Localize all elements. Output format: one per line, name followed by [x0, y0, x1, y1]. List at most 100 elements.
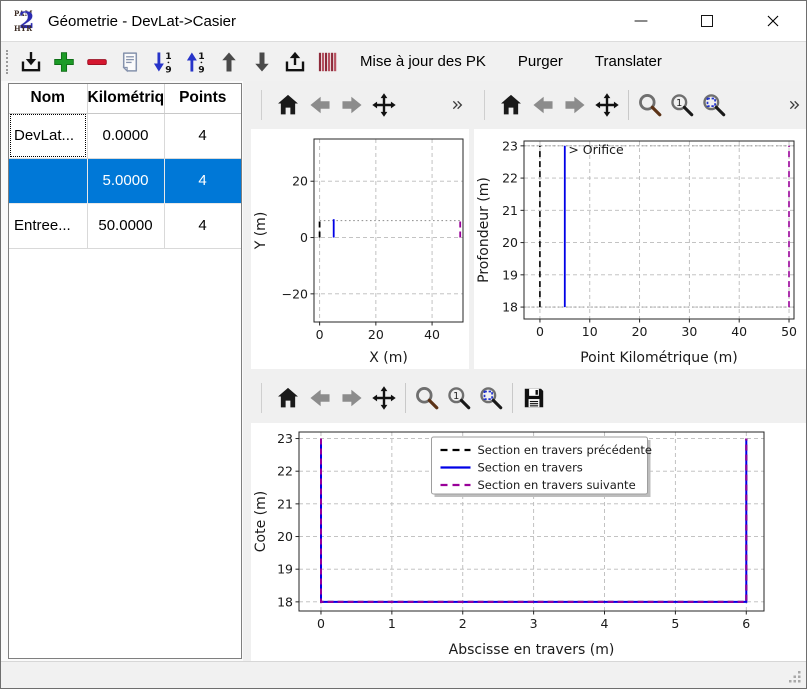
table-row[interactable]: Entree...50.00004 — [9, 203, 241, 248]
svg-text:0: 0 — [536, 324, 544, 339]
home-icon — [275, 385, 301, 411]
cell-pk[interactable]: 50.0000 — [87, 203, 164, 248]
svg-text:10: 10 — [582, 324, 598, 339]
add-button[interactable] — [47, 46, 80, 78]
magnifier-1-icon — [669, 92, 695, 118]
plot-zoom-rect-button[interactable] — [475, 380, 507, 416]
tray-download-icon — [18, 49, 44, 75]
plot-toolbar-handle — [261, 90, 262, 120]
export-button[interactable] — [278, 46, 311, 78]
table-header-row: Nom Kilométrique Points — [9, 84, 241, 113]
svg-text:−20: −20 — [282, 286, 308, 301]
table-row[interactable]: DevLat...0.00004 — [9, 113, 241, 158]
plot-forward-button[interactable] — [336, 87, 368, 123]
svg-text:Profondeur (m): Profondeur (m) — [476, 177, 492, 283]
cell-nom[interactable] — [9, 158, 87, 203]
plot-pan-button[interactable] — [368, 87, 400, 123]
plot-zoom-button[interactable] — [634, 87, 666, 123]
update-pk-icon-button[interactable] — [311, 46, 344, 78]
magnifier-icon — [637, 92, 663, 118]
toolbar-extension-button[interactable] — [449, 93, 467, 117]
toolbar-separator — [512, 383, 513, 413]
plot-zoom-one-button[interactable] — [443, 380, 475, 416]
red-bars-icon — [315, 49, 341, 75]
sort-ascending-button[interactable] — [146, 46, 179, 78]
plot-home-button[interactable] — [272, 380, 304, 416]
home-icon — [498, 92, 524, 118]
plot-home-button[interactable] — [495, 87, 527, 123]
cell-points[interactable]: 4 — [164, 113, 241, 158]
profile-chart[interactable]: 01020304050181920212223Point Kilométriqu… — [474, 129, 806, 369]
svg-text:Section en travers suivante: Section en travers suivante — [478, 478, 636, 492]
arrow-up-icon — [216, 49, 242, 75]
svg-text:20: 20 — [368, 327, 384, 342]
import-button[interactable] — [14, 46, 47, 78]
plot-back-button[interactable] — [304, 87, 336, 123]
plot-save-button[interactable] — [518, 380, 550, 416]
purge-button[interactable]: Purger — [509, 46, 572, 78]
plot-home-button[interactable] — [272, 87, 304, 123]
toolbar-drag-handle[interactable] — [6, 50, 8, 74]
close-icon — [762, 10, 784, 32]
sections-table: Nom Kilométrique Points DevLat...0.00004… — [9, 84, 242, 249]
duplicate-button[interactable] — [113, 46, 146, 78]
status-bar — [1, 661, 806, 688]
move-icon — [594, 92, 620, 118]
table-row[interactable]: 5.00004 — [9, 158, 241, 203]
plot-forward-button[interactable] — [336, 380, 368, 416]
header-points[interactable]: Points — [164, 84, 241, 113]
magnifier-1-icon — [446, 385, 472, 411]
svg-text:22: 22 — [277, 464, 293, 479]
minimize-button[interactable] — [608, 1, 674, 41]
cell-points[interactable]: 4 — [164, 158, 241, 203]
plot-zoom-rect-button[interactable] — [698, 87, 730, 123]
svg-text:20: 20 — [502, 235, 518, 250]
svg-text:Cote (m): Cote (m) — [253, 491, 269, 552]
plots-panel: 02040−20020X (m)Y (m) 010203040501819202… — [243, 81, 806, 661]
svg-text:20: 20 — [632, 324, 648, 339]
minimize-icon — [630, 10, 652, 32]
update-pk-button[interactable]: Mise à jour des PK — [351, 46, 495, 78]
cell-nom[interactable]: DevLat... — [9, 113, 87, 158]
sort-descending-button[interactable] — [179, 46, 212, 78]
plot-back-button[interactable] — [304, 380, 336, 416]
header-kilometrique[interactable]: Kilométrique — [87, 84, 164, 113]
svg-text:4: 4 — [601, 616, 609, 631]
translate-button[interactable]: Translater — [586, 46, 671, 78]
plot-zoom-one-button[interactable] — [666, 87, 698, 123]
move-down-button[interactable] — [245, 46, 278, 78]
svg-text:5: 5 — [671, 616, 679, 631]
titlebar: PAM 2 HYR Géometrie - DevLat->Casier — [1, 1, 806, 41]
header-nom[interactable]: Nom — [9, 84, 87, 113]
plot-pan-button[interactable] — [591, 87, 623, 123]
svg-text:2: 2 — [459, 616, 467, 631]
plot-pan-button[interactable] — [368, 380, 400, 416]
save-icon — [521, 385, 547, 411]
cross-section-chart[interactable]: 0123456181920212223Abscisse en travers (… — [251, 423, 806, 661]
move-icon — [371, 385, 397, 411]
delete-button[interactable] — [80, 46, 113, 78]
resize-grip[interactable] — [788, 670, 802, 684]
svg-text:19: 19 — [277, 562, 293, 577]
cell-pk[interactable]: 5.0000 — [87, 158, 164, 203]
window-controls — [608, 1, 806, 41]
sections-table-body: DevLat...0.000045.00004Entree...50.00004 — [9, 113, 241, 248]
minus-icon — [84, 49, 110, 75]
move-up-button[interactable] — [212, 46, 245, 78]
toolbar-extension-button[interactable] — [786, 93, 804, 117]
svg-text:23: 23 — [277, 431, 293, 446]
plot-zoom-button[interactable] — [411, 380, 443, 416]
svg-text:40: 40 — [731, 324, 747, 339]
cell-pk[interactable]: 0.0000 — [87, 113, 164, 158]
maximize-button[interactable] — [674, 1, 740, 41]
cell-points[interactable]: 4 — [164, 203, 241, 248]
cell-nom[interactable]: Entree... — [9, 203, 87, 248]
close-button[interactable] — [740, 1, 806, 41]
chevron-double-right-icon — [450, 97, 466, 113]
plan-view-chart[interactable]: 02040−20020X (m)Y (m) — [251, 129, 469, 369]
main-toolbar: Mise à jour des PK Purger Translater — [1, 41, 806, 81]
plot-forward-button[interactable] — [559, 87, 591, 123]
plot-back-button[interactable] — [527, 87, 559, 123]
app-window: PAM 2 HYR Géometrie - DevLat->Casier Mis… — [0, 0, 807, 689]
plan-plot-toolbar — [251, 81, 469, 129]
